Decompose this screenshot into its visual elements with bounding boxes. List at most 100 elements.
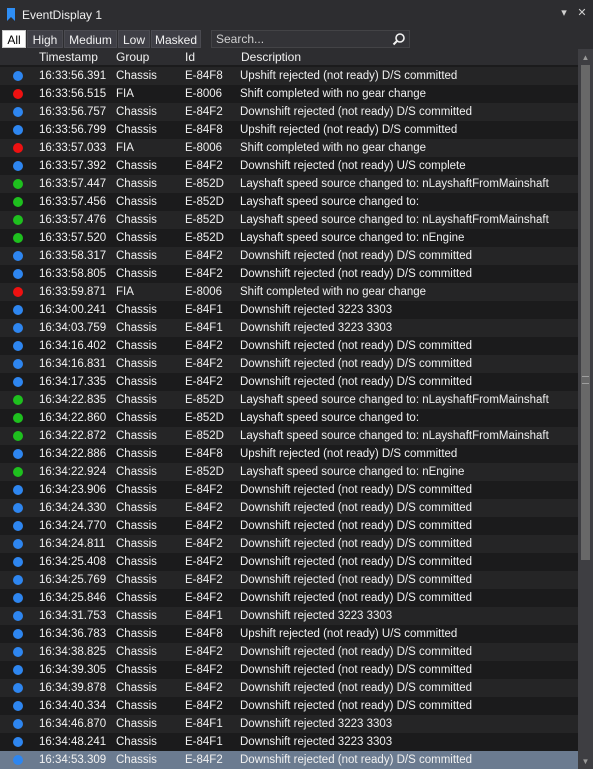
table-row[interactable]: 16:34:38.825 Chassis E-84F2 Downshift rejec… (0, 643, 578, 661)
table-row[interactable]: 16:33:57.520 Chassis E-852D Layshaft speed … (0, 229, 578, 247)
scroll-down-icon[interactable]: ▼ (578, 753, 593, 769)
cell-timestamp: 16:34:31.753 (39, 610, 107, 622)
table-row[interactable]: 16:33:56.391 Chassis E-84F8 Upshift rejecte… (0, 67, 578, 85)
table-row[interactable]: 16:34:25.408 Chassis E-84F2 Downshift rejec… (0, 553, 578, 571)
table-row[interactable]: 16:33:56.799 Chassis E-84F8 Upshift rejecte… (0, 121, 578, 139)
cell-id: E-84F2 (185, 250, 223, 262)
cell-timestamp: 16:34:39.305 (39, 664, 107, 676)
dropdown-icon[interactable]: ▾ (559, 8, 569, 19)
status-red-icon (13, 143, 23, 153)
status-blue-icon (13, 305, 23, 315)
table-row[interactable]: 16:34:48.241 Chassis E-84F1 Downshift rejec… (0, 733, 578, 751)
column-header-description[interactable]: Description (241, 49, 301, 65)
table-row[interactable]: 16:34:25.846 Chassis E-84F2 Downshift rejec… (0, 589, 578, 607)
cell-description: Shift completed with no gear change (240, 142, 427, 154)
table-row[interactable]: 16:34:22.886 Chassis E-84F8 Upshift rejecte… (0, 445, 578, 463)
cell-description: Downshift rejected (not ready) D/S commi… (240, 664, 473, 676)
cell-description: Shift completed with no gear change (240, 286, 427, 298)
cell-group: Chassis (116, 358, 157, 370)
table-row[interactable]: 16:34:22.924 Chassis E-852D Layshaft speed … (0, 463, 578, 481)
cell-group: Chassis (116, 466, 157, 478)
status-blue-icon (13, 269, 23, 279)
cell-group: Chassis (116, 574, 157, 586)
table-row[interactable]: 16:34:24.811 Chassis E-84F2 Downshift rejec… (0, 535, 578, 553)
cell-id: E-8006 (185, 286, 223, 298)
table-row[interactable]: 16:34:24.770 Chassis E-84F2 Downshift rejec… (0, 517, 578, 535)
cell-description: Layshaft speed source changed to: (240, 196, 420, 208)
cell-group: Chassis (116, 232, 157, 244)
table-row[interactable]: 16:34:31.753 Chassis E-84F1 Downshift rejec… (0, 607, 578, 625)
table-row[interactable]: 16:34:24.330 Chassis E-84F2 Downshift rejec… (0, 499, 578, 517)
table-row[interactable]: 16:34:23.906 Chassis E-84F2 Downshift rejec… (0, 481, 578, 499)
table-row[interactable]: 16:33:57.392 Chassis E-84F2 Downshift rejec… (0, 157, 578, 175)
cell-id: E-84F2 (185, 340, 223, 352)
status-blue-icon (13, 359, 23, 369)
cell-group: Chassis (116, 268, 157, 280)
cell-description: Layshaft speed source changed to: nLaysh… (240, 178, 549, 190)
table-row[interactable]: 16:34:40.334 Chassis E-84F2 Downshift rejec… (0, 697, 578, 715)
cell-id: E-852D (185, 232, 224, 244)
cell-timestamp: 16:33:57.033 (39, 142, 107, 154)
cell-description: Downshift rejected (not ready) D/S commi… (240, 376, 473, 388)
column-header-timestamp[interactable]: Timestamp (39, 49, 98, 65)
filter-tab-medium[interactable]: Medium (64, 30, 117, 48)
table-row[interactable]: 16:33:58.805 Chassis E-84F2 Downshift rejec… (0, 265, 578, 283)
cell-id: E-84F1 (185, 304, 223, 316)
scrollbar-grip (582, 376, 589, 384)
column-header-id[interactable]: Id (185, 49, 195, 65)
filter-tab-masked[interactable]: Masked (151, 30, 201, 48)
table-row[interactable]: 16:34:00.241 Chassis E-84F1 Downshift rejec… (0, 301, 578, 319)
cell-group: Chassis (116, 736, 157, 748)
cell-description: Downshift rejected (not ready) D/S commi… (240, 538, 473, 550)
search-input[interactable] (212, 31, 392, 47)
scrollbar-thumb[interactable] (581, 65, 590, 561)
table-row[interactable]: 16:33:57.456 Chassis E-852D Layshaft speed … (0, 193, 578, 211)
cell-id: E-84F2 (185, 682, 223, 694)
status-green-icon (13, 413, 23, 423)
scroll-up-icon[interactable]: ▲ (578, 49, 593, 65)
status-blue-icon (13, 575, 23, 585)
cell-group: Chassis (116, 430, 157, 442)
table-row[interactable]: 16:33:57.447 Chassis E-852D Layshaft speed … (0, 175, 578, 193)
cell-id: E-84F2 (185, 268, 223, 280)
table-row[interactable]: 16:33:57.476 Chassis E-852D Layshaft speed … (0, 211, 578, 229)
table-row[interactable]: 16:34:22.835 Chassis E-852D Layshaft speed … (0, 391, 578, 409)
vertical-scrollbar[interactable]: ▲ ▼ (578, 49, 593, 769)
window-title: EventDisplay 1 (22, 7, 103, 22)
cell-description: Layshaft speed source changed to: nLaysh… (240, 214, 549, 226)
table-row[interactable]: 16:34:03.759 Chassis E-84F1 Downshift rejec… (0, 319, 578, 337)
cell-description: Downshift rejected (not ready) D/S commi… (240, 592, 473, 604)
cell-description: Downshift rejected (not ready) U/S compl… (240, 160, 466, 172)
table-row[interactable]: 16:33:56.515 FIA E-8006 Shift completed wit… (0, 85, 578, 103)
table-row[interactable]: 16:34:16.402 Chassis E-84F2 Downshift rejec… (0, 337, 578, 355)
table-row[interactable]: 16:33:56.757 Chassis E-84F2 Downshift rejec… (0, 103, 578, 121)
table-row[interactable]: 16:34:22.860 Chassis E-852D Layshaft speed … (0, 409, 578, 427)
cell-group: FIA (116, 88, 134, 100)
cell-id: E-8006 (185, 88, 223, 100)
column-header-group[interactable]: Group (116, 49, 149, 65)
status-blue-icon (13, 341, 23, 351)
table-row[interactable]: 16:34:22.872 Chassis E-852D Layshaft speed … (0, 427, 578, 445)
table-row[interactable]: 16:34:46.870 Chassis E-84F1 Downshift rejec… (0, 715, 578, 733)
filter-tab-all[interactable]: All (2, 30, 26, 48)
table-row[interactable]: 16:34:53.309 Chassis E-84F2 Downshift rejec… (0, 751, 578, 769)
table-row[interactable]: 16:33:58.317 Chassis E-84F2 Downshift rejec… (0, 247, 578, 265)
table-row[interactable]: 16:34:39.305 Chassis E-84F2 Downshift rejec… (0, 661, 578, 679)
table-row[interactable]: 16:34:17.335 Chassis E-84F2 Downshift rejec… (0, 373, 578, 391)
cell-group: Chassis (116, 160, 157, 172)
table-row[interactable]: 16:33:59.871 FIA E-8006 Shift completed wit… (0, 283, 578, 301)
cell-id: E-84F8 (185, 124, 223, 136)
table-row[interactable]: 16:34:39.878 Chassis E-84F2 Downshift rejec… (0, 679, 578, 697)
cell-id: E-852D (185, 430, 224, 442)
table-row[interactable]: 16:34:25.769 Chassis E-84F2 Downshift rejec… (0, 571, 578, 589)
search-icon[interactable] (392, 32, 406, 46)
cell-id: E-852D (185, 466, 224, 478)
filter-tab-high[interactable]: High (27, 30, 63, 48)
cell-description: Downshift rejected (not ready) D/S commi… (240, 700, 473, 712)
close-icon[interactable]: ✕ (577, 8, 587, 19)
table-row[interactable]: 16:34:16.831 Chassis E-84F2 Downshift rejec… (0, 355, 578, 373)
table-row[interactable]: 16:34:36.783 Chassis E-84F8 Upshift rejecte… (0, 625, 578, 643)
filter-tab-low[interactable]: Low (118, 30, 150, 48)
table-row[interactable]: 16:33:57.033 FIA E-8006 Shift completed wit… (0, 139, 578, 157)
cell-group: Chassis (116, 628, 157, 640)
